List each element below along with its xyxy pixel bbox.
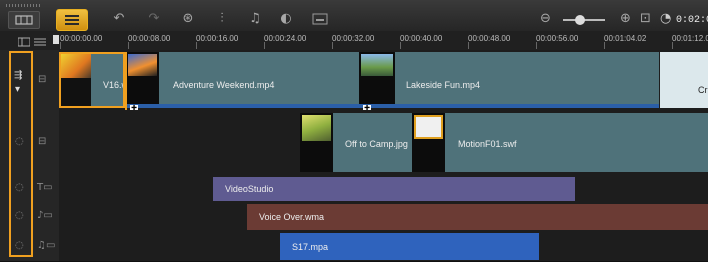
timeline-toolbar: ↶ ↷ ⊛ ⫶ ♫ ◐ ⊖ ⊕ ⊡ ◔ 0:02:0 xyxy=(0,0,708,32)
ruler-tick-label: 00:00:08.00 xyxy=(128,34,171,43)
list-icon xyxy=(34,38,46,46)
music-track-icon[interactable]: ♫▭ xyxy=(37,240,55,252)
clip-label: V16.w xyxy=(103,80,123,90)
ruler-tick-label: 00:00:40.00 xyxy=(400,34,443,43)
ruler-tick-mark xyxy=(332,42,333,49)
voice-track[interactable]: Voice Over.wma xyxy=(59,202,708,232)
ripple-edit-highlight xyxy=(9,51,33,257)
ruler-tick-label: 00:00:00.00 xyxy=(60,34,103,43)
subtitle-editor-button[interactable] xyxy=(310,10,330,28)
track-list-button[interactable] xyxy=(34,34,46,46)
zoom-out-icon[interactable]: ⊖ xyxy=(540,10,551,28)
ruler-tick-mark xyxy=(536,42,537,49)
zoom-slider-handle[interactable] xyxy=(575,15,585,25)
ruler-tick-mark xyxy=(60,42,61,49)
audio-bar xyxy=(359,104,659,108)
clip-label: Voice Over.wma xyxy=(259,212,325,222)
ruler-tick-mark xyxy=(196,42,197,49)
video-clip[interactable]: V16.w xyxy=(59,52,125,108)
fit-project-icon[interactable]: ⊡ xyxy=(640,10,651,28)
track-manager-icon xyxy=(17,37,31,47)
ruler-tick-mark xyxy=(400,42,401,49)
ruler-tick-mark xyxy=(264,42,265,49)
ruler-tick-label: 00:00:32.00 xyxy=(332,34,375,43)
zoom-in-icon[interactable]: ⊕ xyxy=(620,10,631,28)
title-clip[interactable]: VideoStudio xyxy=(213,177,575,201)
subtitle-icon xyxy=(312,13,328,25)
clip-label: Off to Camp.jpg xyxy=(345,139,408,149)
duration-icon: ◔ xyxy=(660,11,672,26)
redo-button[interactable]: ↷ xyxy=(145,10,163,28)
undo-icon: ↶ xyxy=(113,11,125,26)
record-capture-button[interactable]: ⊛ xyxy=(178,10,198,28)
music-track[interactable]: S17.mpa xyxy=(59,231,708,262)
clip-selection-edge xyxy=(125,52,127,110)
storyboard-view-button[interactable] xyxy=(8,11,40,29)
timeline-view-icon xyxy=(65,15,79,25)
clip-label: MotionF01.swf xyxy=(458,139,517,149)
video-clip[interactable]: Lakeside Fun.mp4 xyxy=(359,52,659,108)
motion-track-button[interactable]: ◐ xyxy=(276,10,296,28)
ruler-tick-label: 00:01:04.02 xyxy=(604,34,647,43)
sound-mixer-button[interactable]: ⫶ xyxy=(212,10,232,28)
voice-track-icon[interactable]: ♪▭ xyxy=(37,210,53,222)
audio-bar xyxy=(126,104,359,108)
toolbar-grip[interactable] xyxy=(6,4,40,7)
ruler-tick-mark xyxy=(468,42,469,49)
clip-thumbnail xyxy=(412,113,445,172)
ruler-tick-label: 00:00:24.00 xyxy=(264,34,307,43)
music-clip[interactable]: S17.mpa xyxy=(280,233,539,260)
title-track-icon[interactable]: T▭ xyxy=(37,182,53,194)
clip-label: VideoStudio xyxy=(225,184,274,194)
playhead-marker-icon[interactable] xyxy=(53,35,59,44)
ruler-tick-label: 00:00:48.00 xyxy=(468,34,511,43)
clip-thumbnail xyxy=(359,52,395,108)
redo-icon: ↷ xyxy=(148,11,160,26)
clip-label: Cr xyxy=(698,85,708,95)
ruler-tick-mark xyxy=(604,42,605,49)
timecode: 0:02:0 xyxy=(676,15,708,26)
ruler-tick-mark xyxy=(672,42,673,49)
video-track[interactable]: V16.w Adventure Weekend.mp4 ✚ Lakeside F… xyxy=(59,50,708,112)
video-clip[interactable]: Adventure Weekend.mp4 xyxy=(126,52,359,108)
sound-mixer-icon: ⫶ xyxy=(220,11,224,26)
title-track[interactable]: VideoStudio xyxy=(59,175,708,203)
motion-track-icon: ◐ xyxy=(280,11,292,26)
clip-thumbnail xyxy=(126,52,159,108)
video-clip[interactable]: Cr xyxy=(660,52,708,108)
overlay-clip[interactable]: MotionF01.swf xyxy=(412,113,708,172)
voice-clip[interactable]: Voice Over.wma xyxy=(247,204,708,230)
clip-label: Lakeside Fun.mp4 xyxy=(406,80,481,90)
overlay-clip[interactable]: Off to Camp.jpg xyxy=(300,113,412,172)
ruler-tick-label: 00:00:56.00 xyxy=(536,34,579,43)
ruler-tick-label: 00:01:12.0 xyxy=(672,34,708,43)
clip-thumbnail xyxy=(61,54,91,106)
show-all-tracks-button[interactable] xyxy=(17,34,31,47)
timeline-view-button[interactable] xyxy=(56,9,88,31)
clip-thumbnail xyxy=(300,113,333,172)
auto-music-icon: ♫ xyxy=(249,11,261,26)
ruler-tick-mark xyxy=(128,42,129,49)
overlay-track-icon[interactable]: ⊟ xyxy=(38,136,46,148)
storyboard-view-icon xyxy=(15,15,33,25)
video-track-icon[interactable]: ⊟ xyxy=(38,74,46,86)
ruler-tick-label: 00:00:16.00 xyxy=(196,34,239,43)
clip-label: Adventure Weekend.mp4 xyxy=(173,80,275,90)
clip-label: S17.mpa xyxy=(292,242,329,252)
overlay-track[interactable]: Off to Camp.jpg MotionF01.swf xyxy=(59,110,708,176)
timeline-ruler[interactable]: 00:00:00.00 00:00:08.00 00:00:16.00 00:00:2… xyxy=(0,31,708,51)
record-capture-icon: ⊛ xyxy=(182,11,194,26)
undo-button[interactable]: ↶ xyxy=(110,10,128,28)
auto-music-button[interactable]: ♫ xyxy=(245,10,265,28)
